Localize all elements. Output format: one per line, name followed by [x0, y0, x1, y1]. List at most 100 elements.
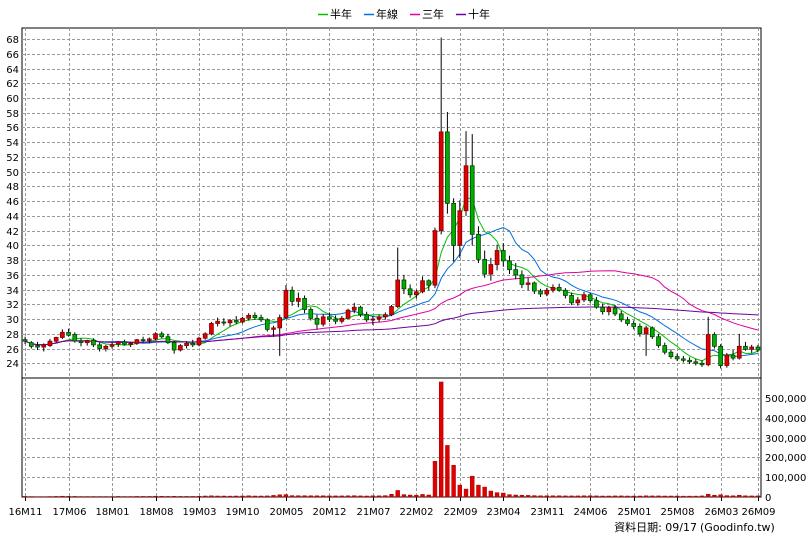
- volume-bar: [60, 495, 65, 498]
- volume-bar: [72, 496, 77, 498]
- volume-bar: [606, 495, 612, 498]
- volume-bar: [687, 495, 692, 498]
- candle-body: [445, 131, 450, 204]
- volume-bar: [22, 496, 28, 498]
- price-tick-label: 66: [6, 50, 19, 61]
- candle-body: [258, 317, 264, 321]
- volume-bar: [401, 494, 407, 498]
- price-panel: [21, 27, 762, 379]
- time-tick-label: 25M01: [617, 507, 651, 518]
- price-tick-label: 46: [6, 197, 19, 208]
- volume-bar: [314, 495, 320, 498]
- price-tick-label: 54: [6, 138, 19, 149]
- volume-bar: [333, 495, 338, 498]
- volume-bar: [656, 495, 661, 498]
- price-tick-label: 34: [6, 286, 19, 297]
- candle-body: [22, 339, 28, 342]
- candle-body: [246, 314, 251, 319]
- candle-body: [271, 327, 276, 330]
- candle-body: [382, 314, 388, 318]
- candle-body: [140, 339, 146, 342]
- volume-bar: [569, 495, 574, 498]
- volume-bar: [420, 494, 425, 498]
- price-tick-label: 48: [6, 182, 19, 193]
- candle-body: [451, 202, 456, 246]
- volume-bar: [128, 496, 133, 498]
- volume-bar: [637, 495, 643, 498]
- candle-body: [420, 280, 425, 293]
- volume-bar: [718, 494, 723, 498]
- candle-body: [724, 354, 730, 366]
- volume-bar: [66, 496, 71, 498]
- volume-bar: [581, 495, 587, 498]
- candle-body: [264, 319, 270, 330]
- candle-body: [587, 294, 593, 302]
- volume-bar: [662, 495, 667, 498]
- candle-body: [662, 345, 668, 353]
- candle-body: [115, 341, 121, 345]
- time-tick-label: 24M06: [573, 507, 607, 518]
- volume-bar: [532, 495, 537, 498]
- volume-bar: [339, 495, 344, 498]
- volume-panel: [21, 377, 762, 498]
- candle-body: [221, 321, 227, 324]
- candle-body: [190, 342, 196, 346]
- time-tick-label: 26M03: [704, 507, 738, 518]
- volume-bar: [414, 494, 419, 498]
- candle-body: [78, 340, 84, 344]
- candle-body: [252, 314, 258, 318]
- candle-body: [718, 345, 723, 366]
- price-tick-label: 68: [6, 35, 19, 46]
- time-tick-label: 23M04: [486, 507, 520, 518]
- price-tick-label: 50: [6, 168, 19, 179]
- candle-body: [407, 288, 413, 296]
- volume-bar: [668, 495, 674, 498]
- volume-bar: [699, 495, 705, 498]
- volume-bar: [470, 475, 475, 498]
- candle-body: [693, 361, 699, 364]
- candle-body: [196, 337, 202, 346]
- volume-bar: [122, 496, 127, 498]
- volume-bar: [544, 495, 549, 498]
- volume-bar: [432, 461, 438, 498]
- volume-bar: [85, 496, 90, 498]
- volume-bar: [147, 496, 152, 498]
- volume-bar: [296, 495, 301, 498]
- time-tick-label: 18M08: [139, 507, 173, 518]
- candle-body: [612, 307, 618, 315]
- candle-body: [544, 289, 550, 295]
- candle-body: [227, 320, 233, 324]
- candle-body: [358, 306, 363, 316]
- volume-bar: [116, 496, 121, 498]
- candle-body: [681, 358, 686, 361]
- volume-tick-label: 500,000: [765, 394, 806, 405]
- volume-tick-label: 400,000: [765, 414, 806, 425]
- candle-body: [35, 345, 40, 348]
- candle-body: [345, 309, 351, 319]
- candle-body: [556, 286, 562, 291]
- candle-body: [712, 334, 717, 347]
- candle-body: [240, 317, 245, 323]
- volume-bar: [519, 494, 525, 498]
- candle-body: [643, 327, 649, 335]
- candle-body: [507, 260, 512, 271]
- volume-bar: [575, 495, 580, 498]
- volume-bar: [476, 484, 481, 498]
- time-tick-label: 22M09: [443, 507, 477, 518]
- candle-body: [637, 326, 643, 335]
- legend-label: 年線: [376, 7, 398, 21]
- volume-bar: [643, 495, 649, 498]
- candle-body: [649, 327, 655, 338]
- volume-bar: [681, 495, 686, 498]
- volume-bar: [600, 495, 605, 498]
- volume-bar: [302, 495, 307, 498]
- candle-body: [755, 346, 761, 351]
- volume-bar: [153, 495, 158, 498]
- volume-bar: [78, 496, 84, 498]
- volume-bar: [352, 495, 357, 498]
- chart-canvas: 24 26 28 30 32 34 36 38 40 42 44 46 48 50 52 54 56 58 60 62…: [6, 7, 806, 518]
- candle-body: [594, 300, 599, 308]
- price-tick-label: 56: [6, 123, 19, 134]
- volume-bar: [482, 486, 487, 498]
- volume-bar: [712, 494, 717, 498]
